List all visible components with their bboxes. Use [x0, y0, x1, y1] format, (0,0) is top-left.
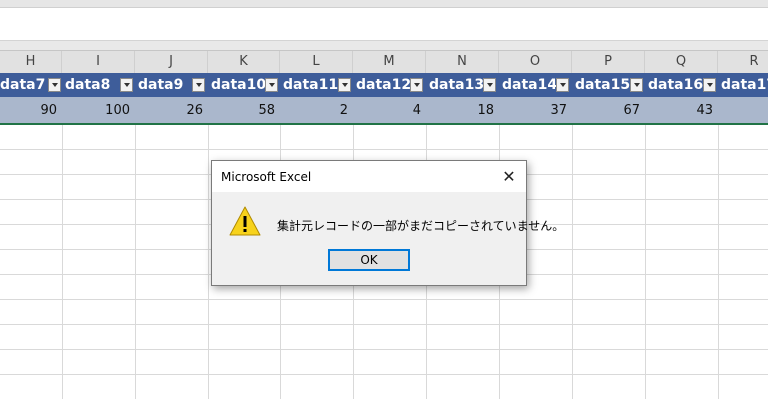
filter-dropdown-icon[interactable] [120, 78, 133, 92]
column-header-H[interactable]: H [0, 51, 62, 73]
column-header-I[interactable]: I [62, 51, 135, 73]
filter-dropdown-icon[interactable] [192, 78, 205, 92]
column-header-N[interactable]: N [426, 51, 499, 73]
table-cell[interactable]: 26 [135, 97, 208, 123]
table-header-row: data7 data8 data9 data10 data11 data12 d… [0, 73, 768, 97]
filter-dropdown-icon[interactable] [265, 78, 278, 92]
ok-button[interactable]: OK [328, 249, 410, 271]
column-header-Q[interactable]: Q [645, 51, 718, 73]
filter-dropdown-icon[interactable] [703, 78, 716, 92]
column-header-M[interactable]: M [353, 51, 426, 73]
table-cell[interactable]: 100 [62, 97, 135, 123]
table-cell[interactable]: 43 [645, 97, 718, 123]
ribbon-edge [0, 0, 768, 8]
table-cell[interactable]: 37 [499, 97, 572, 123]
filter-dropdown-icon[interactable] [410, 78, 423, 92]
column-header-P[interactable]: P [572, 51, 645, 73]
table-cell[interactable]: 58 [208, 97, 280, 123]
column-header-K[interactable]: K [208, 51, 280, 73]
warning-icon [229, 206, 261, 236]
filter-dropdown-icon[interactable] [338, 78, 351, 92]
toolbar-gap [0, 41, 768, 51]
filter-dropdown-icon[interactable] [556, 78, 569, 92]
table-cell[interactable] [718, 97, 768, 123]
dialog-message: 集計元レコードの一部がまだコピーされていません。 [277, 219, 565, 233]
close-icon[interactable]: ✕ [498, 166, 520, 188]
table-header-cell[interactable]: data17 [718, 73, 768, 97]
column-header-R[interactable]: R [718, 51, 768, 73]
filter-dropdown-icon[interactable] [48, 78, 61, 92]
filter-dropdown-icon[interactable] [483, 78, 496, 92]
table-data-row: 90 100 26 58 2 4 18 37 67 43 [0, 97, 768, 125]
table-cell[interactable]: 90 [0, 97, 62, 123]
dialog-title: Microsoft Excel [221, 170, 312, 184]
column-headers: H I J K L M N O P Q R [0, 51, 768, 74]
column-header-O[interactable]: O [499, 51, 572, 73]
dialog-titlebar[interactable]: Microsoft Excel ✕ [212, 161, 526, 192]
table-cell[interactable]: 2 [280, 97, 353, 123]
table-cell[interactable]: 4 [353, 97, 426, 123]
formula-bar[interactable] [0, 8, 768, 41]
column-header-J[interactable]: J [135, 51, 208, 73]
message-dialog: Microsoft Excel ✕ 集計元レコードの一部がまだコピーされていませ… [211, 160, 564, 286]
table-cell[interactable]: 67 [572, 97, 645, 123]
column-header-L[interactable]: L [280, 51, 353, 73]
table-cell[interactable]: 18 [426, 97, 499, 123]
filter-dropdown-icon[interactable] [630, 78, 643, 92]
